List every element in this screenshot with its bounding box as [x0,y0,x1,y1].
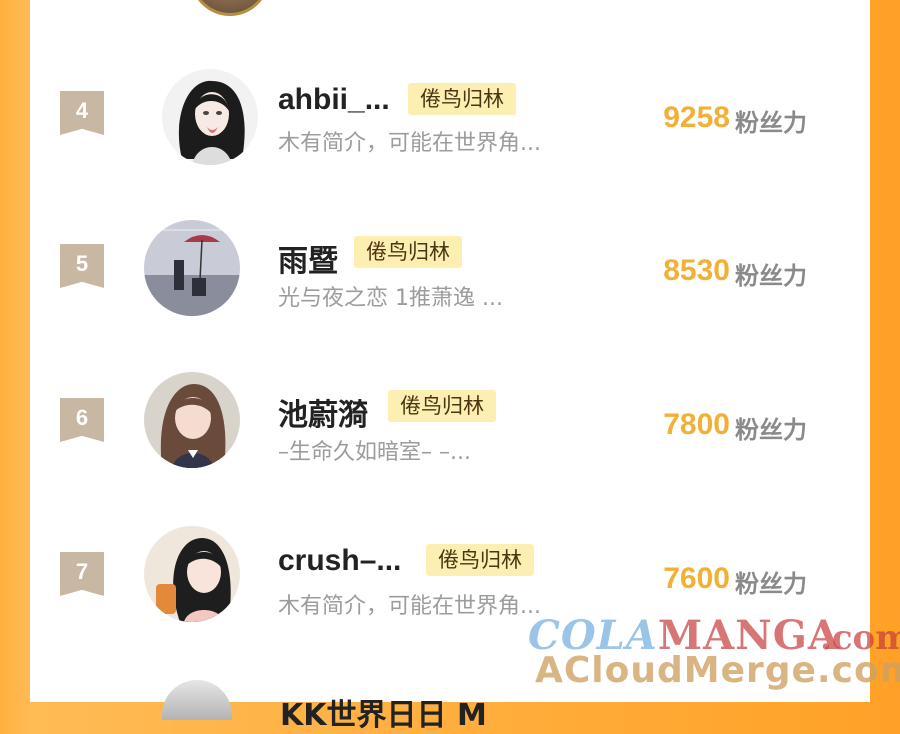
avatar[interactable] [162,69,258,165]
user-bio: –生命久如暗室– –... [278,440,471,465]
avatar[interactable] [144,220,240,316]
rank-badge: 6 [60,398,104,442]
ranking-row[interactable]: 6 池蔚漪 倦鸟归林 –生命久如暗室– –... 7800 粉丝力 [30,350,870,500]
fan-score: 9258 [663,101,730,134]
fan-tag: 倦鸟归林 [408,83,516,115]
fan-score-unit: 粉丝力 [735,416,807,444]
user-name[interactable]: 池蔚漪 [278,390,368,434]
rank-badge: 5 [60,244,104,288]
fan-score-unit: 粉丝力 [735,570,807,598]
fan-tag: 倦鸟归林 [388,390,496,422]
fan-score: 7600 [663,562,730,595]
fan-score-unit: 粉丝力 [735,262,807,290]
rank-badge: 7 [60,552,104,596]
user-name[interactable]: ahbii_... [278,83,390,117]
fan-score-unit: 粉丝力 [735,109,807,137]
user-bio: 木有简介，可能在世界角... [278,594,541,619]
ranking-row[interactable]: 5 雨暨 倦鸟归林 光与夜之恋 1推萧逸 ... 8530 粉丝力 [30,196,870,346]
user-name-partial[interactable]: KK世界日日 M [280,690,487,734]
fan-tag: 倦鸟归林 [426,544,534,576]
fan-tag: 倦鸟归林 [354,236,462,268]
user-name[interactable]: crush–... [278,544,401,578]
avatar[interactable] [144,372,240,468]
fan-score: 7800 [663,408,730,441]
rank-badge: 4 [60,91,104,135]
avatar-rank-3-partial[interactable] [190,0,270,16]
watermark-acloudmerge: ACloudMerge.com [535,650,900,691]
user-bio: 木有简介，可能在世界角... [278,131,541,156]
user-name[interactable]: 雨暨 [278,236,338,280]
avatar[interactable] [144,526,240,622]
fan-ranking-panel: 4 ahbii_... 倦鸟归林 木有简介，可能在世界角... 9258 粉丝力… [30,0,900,733]
user-bio: 光与夜之恋 1推萧逸 ... [278,286,503,311]
ranking-row[interactable]: 4 ahbii_... 倦鸟归林 木有简介，可能在世界角... 9258 粉丝力 [30,43,870,193]
fan-score: 8530 [663,254,730,287]
avatar-rank-8-partial[interactable] [162,680,232,720]
